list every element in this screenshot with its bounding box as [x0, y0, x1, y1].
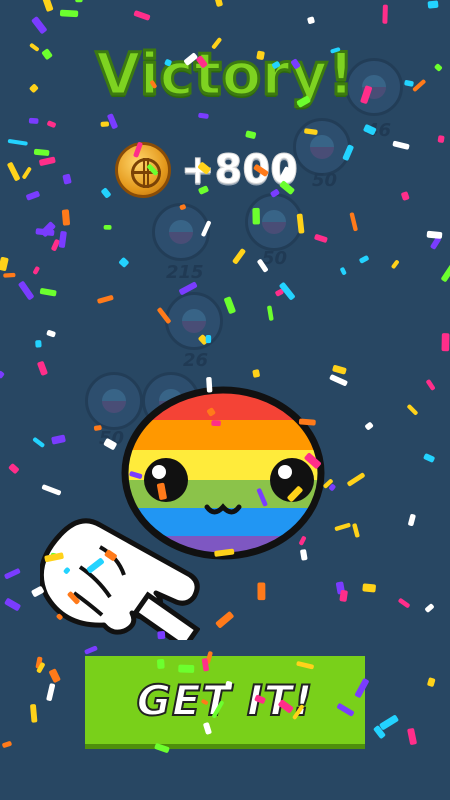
- map-node-label: 50: [312, 170, 338, 191]
- reward-prefix: +: [181, 147, 216, 194]
- reward-value: 800: [214, 147, 299, 194]
- pointing-hand-icon: [40, 518, 200, 640]
- map-node: [293, 118, 351, 176]
- map-node: [152, 203, 210, 261]
- reward-display: +800: [115, 140, 299, 200]
- map-node-label: 46: [366, 120, 392, 141]
- map-node-label: 50: [262, 248, 288, 269]
- victory-screen: 46 50 50 215 26 50 Victory! +800 GET IT!: [0, 0, 450, 800]
- map-node: [245, 193, 303, 251]
- get-it-button[interactable]: GET IT!: [85, 656, 365, 744]
- map-node: [165, 292, 223, 350]
- get-it-button-label: GET IT!: [136, 675, 314, 726]
- map-node-label: 26: [183, 350, 209, 371]
- reward-amount: +800: [181, 147, 299, 194]
- victory-title: Victory!: [94, 39, 356, 110]
- globe-coin-icon: [115, 142, 171, 198]
- map-node-label: 215: [166, 262, 204, 283]
